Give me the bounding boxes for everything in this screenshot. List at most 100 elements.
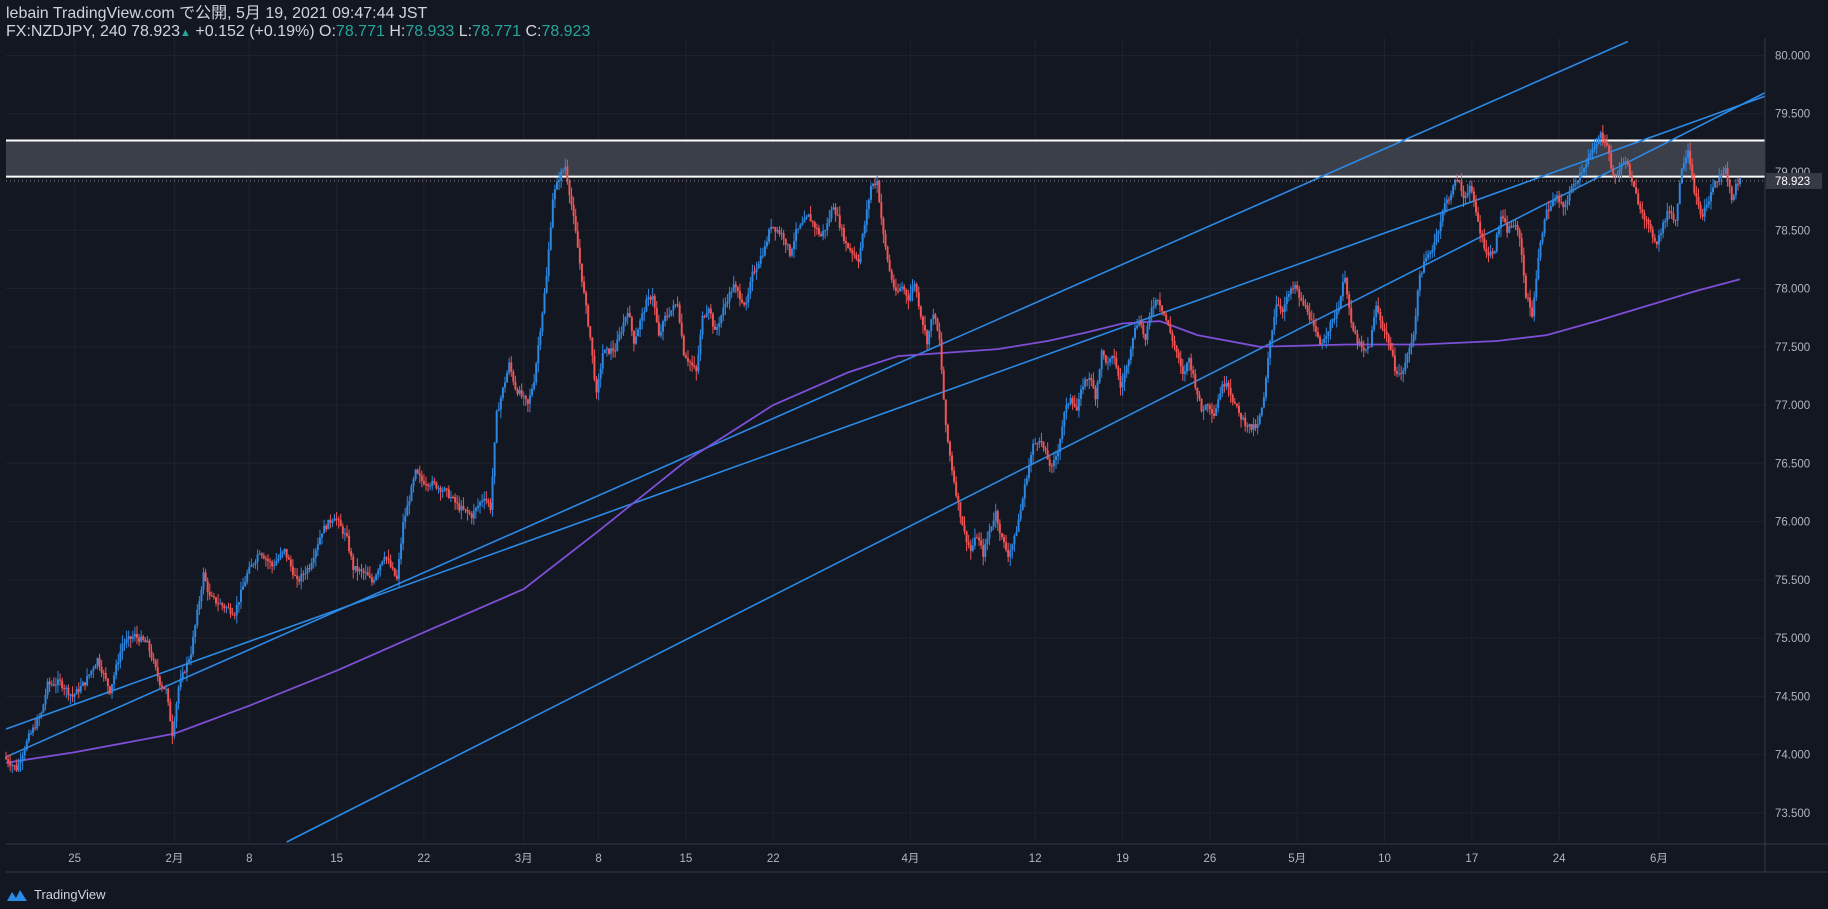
- candle-body[interactable]: [1549, 206, 1552, 211]
- candle-body[interactable]: [905, 289, 908, 296]
- candle-body[interactable]: [1073, 403, 1076, 407]
- candle-body[interactable]: [1589, 154, 1592, 158]
- candle-body[interactable]: [1647, 219, 1650, 224]
- candle-body[interactable]: [620, 331, 623, 335]
- candle-body[interactable]: [836, 214, 839, 216]
- candle-body[interactable]: [370, 577, 373, 583]
- candle-body[interactable]: [1131, 337, 1134, 350]
- candle-body[interactable]: [36, 718, 39, 729]
- candle-body[interactable]: [231, 613, 234, 615]
- candle-body[interactable]: [373, 579, 376, 583]
- candle-body[interactable]: [21, 755, 24, 762]
- candle-body[interactable]: [1377, 305, 1380, 312]
- candle-body[interactable]: [1025, 478, 1028, 485]
- candle-body[interactable]: [516, 389, 519, 394]
- candle-body[interactable]: [859, 247, 862, 263]
- candle-body[interactable]: [1225, 382, 1228, 387]
- candle-body[interactable]: [1499, 216, 1502, 229]
- candle-body[interactable]: [1364, 349, 1367, 351]
- candle-body[interactable]: [1021, 498, 1024, 510]
- candle-body[interactable]: [1416, 290, 1419, 317]
- candle-body[interactable]: [266, 558, 269, 562]
- candle-body[interactable]: [17, 762, 20, 771]
- candle-body[interactable]: [1672, 213, 1675, 221]
- candle-body[interactable]: [1011, 544, 1014, 551]
- candle-body[interactable]: [564, 166, 567, 171]
- candle-body[interactable]: [957, 495, 960, 503]
- candle-body[interactable]: [892, 279, 895, 288]
- candle-body[interactable]: [944, 399, 947, 425]
- candle-body[interactable]: [560, 171, 563, 181]
- candle-body[interactable]: [1246, 425, 1249, 427]
- candle-body[interactable]: [56, 679, 59, 685]
- candle-body[interactable]: [574, 215, 577, 232]
- candle-body[interactable]: [720, 315, 723, 324]
- candle-body[interactable]: [1121, 382, 1124, 388]
- candle-body[interactable]: [127, 636, 130, 640]
- candle-body[interactable]: [1639, 204, 1642, 210]
- candle-body[interactable]: [838, 215, 841, 228]
- candle-body[interactable]: [872, 183, 875, 187]
- candle-body[interactable]: [610, 348, 613, 354]
- candle-body[interactable]: [1154, 300, 1157, 307]
- candle-body[interactable]: [408, 501, 411, 506]
- candle-body[interactable]: [1398, 373, 1401, 375]
- candle-body[interactable]: [1668, 211, 1671, 213]
- candle-body[interactable]: [705, 313, 708, 317]
- candle-body[interactable]: [738, 291, 741, 300]
- candle-body[interactable]: [414, 469, 417, 480]
- candle-body[interactable]: [973, 537, 976, 546]
- candle-body[interactable]: [316, 544, 319, 551]
- candle-body[interactable]: [784, 238, 787, 245]
- candle-body[interactable]: [867, 199, 870, 210]
- candle-body[interactable]: [1190, 358, 1193, 371]
- candle-body[interactable]: [1042, 441, 1045, 449]
- candle-body[interactable]: [1185, 362, 1188, 372]
- candle-body[interactable]: [1373, 317, 1376, 330]
- candle-body[interactable]: [726, 301, 729, 304]
- candle-body[interactable]: [1244, 417, 1247, 426]
- candle-body[interactable]: [1140, 320, 1143, 325]
- candle-body[interactable]: [668, 315, 671, 317]
- candle-body[interactable]: [1111, 355, 1114, 359]
- candle-body[interactable]: [664, 315, 667, 322]
- candle-body[interactable]: [1391, 349, 1394, 356]
- candle-body[interactable]: [96, 658, 99, 666]
- candle-body[interactable]: [678, 304, 681, 323]
- candle-body[interactable]: [1547, 209, 1550, 211]
- candle-body[interactable]: [489, 502, 492, 510]
- candle-body[interactable]: [447, 489, 450, 498]
- candle-body[interactable]: [304, 573, 307, 575]
- candle-body[interactable]: [1310, 319, 1313, 321]
- candle-body[interactable]: [302, 573, 305, 575]
- candle-body[interactable]: [1504, 218, 1507, 223]
- candle-body[interactable]: [772, 226, 775, 228]
- candle-body[interactable]: [1730, 186, 1733, 201]
- candle-body[interactable]: [1687, 150, 1690, 158]
- candle-body[interactable]: [54, 684, 57, 686]
- candle-body[interactable]: [1296, 284, 1299, 290]
- candle-body[interactable]: [614, 350, 617, 352]
- candle-body[interactable]: [778, 230, 781, 234]
- candle-body[interactable]: [1252, 424, 1255, 430]
- candle-body[interactable]: [709, 308, 712, 314]
- candle-body[interactable]: [165, 688, 168, 690]
- candle-body[interactable]: [285, 548, 288, 558]
- candle-body[interactable]: [747, 293, 750, 303]
- candle-body[interactable]: [1362, 347, 1365, 351]
- candle-body[interactable]: [381, 561, 384, 565]
- candle-body[interactable]: [599, 368, 602, 379]
- candle-body[interactable]: [1000, 533, 1003, 538]
- candle-body[interactable]: [570, 195, 573, 205]
- candle-body[interactable]: [377, 570, 380, 575]
- candle-body[interactable]: [924, 324, 927, 331]
- candle-body[interactable]: [730, 291, 733, 293]
- candle-body[interactable]: [250, 564, 253, 567]
- candle-body[interactable]: [431, 480, 434, 486]
- candle-body[interactable]: [1599, 132, 1602, 138]
- candle-body[interactable]: [1497, 228, 1500, 235]
- candle-body[interactable]: [869, 186, 872, 200]
- candle-body[interactable]: [1196, 387, 1199, 395]
- candle-body[interactable]: [46, 681, 49, 696]
- candle-body[interactable]: [1092, 380, 1095, 389]
